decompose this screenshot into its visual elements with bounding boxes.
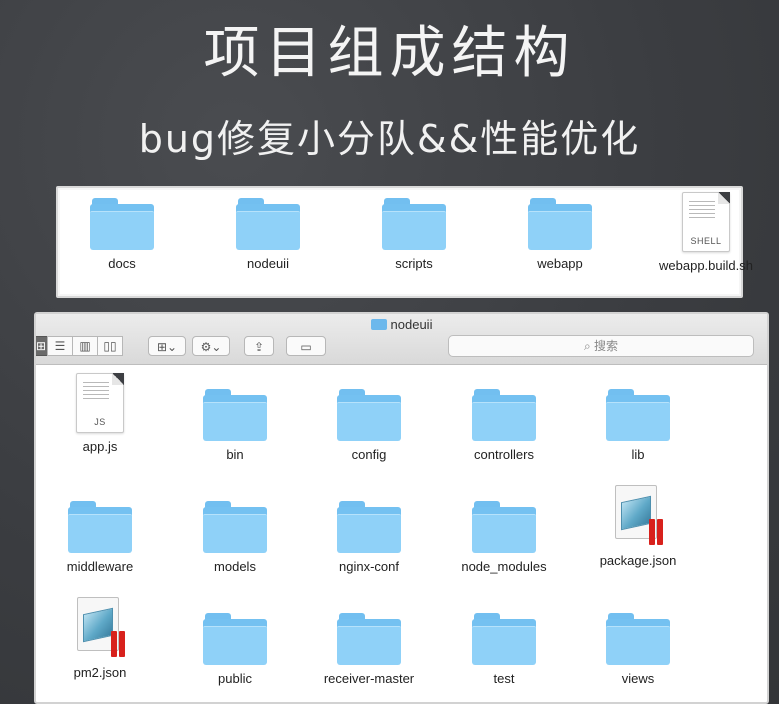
cover-flow-view-button[interactable]: ▯▯ [97, 336, 123, 356]
folder-icon [236, 198, 300, 250]
finder-item[interactable]: lib [578, 389, 698, 462]
slide-title: 项目组成结构 [203, 21, 576, 86]
folder-icon [203, 613, 267, 665]
folder-icon [337, 389, 401, 441]
finder-window: nodeuii ⊞ ☰ ▥ ▯▯ ⊞⌄ ⚙⌄ ⇪ ▭ ⌕ 搜索 JS app.js… [34, 312, 769, 704]
grid-icon: ⊞ [156, 340, 167, 354]
share-button[interactable]: ⇪ [244, 336, 274, 356]
finder-item-label: node_modules [461, 559, 547, 574]
finder-item[interactable]: models [175, 501, 295, 574]
finder-item-label: package.json [599, 553, 677, 568]
finder-item[interactable]: views [578, 613, 698, 686]
root-directory-item-label: nodeuii [247, 256, 289, 271]
finder-item-label: middleware [66, 559, 134, 574]
file-type-tag: SHELL [690, 236, 722, 246]
folder-icon [472, 613, 536, 665]
finder-toolbar: nodeuii ⊞ ☰ ▥ ▯▯ ⊞⌄ ⚙⌄ ⇪ ▭ ⌕ 搜索 [36, 314, 767, 365]
root-directory-item[interactable]: docs [52, 198, 192, 271]
root-directory-item[interactable]: webapp [490, 198, 630, 271]
share-icon: ⇪ [253, 340, 265, 354]
finder-item[interactable]: controllers [444, 389, 564, 462]
finder-item[interactable]: package.json [578, 485, 698, 568]
finder-item-label: app.js [82, 439, 118, 454]
folder-icon [472, 389, 536, 441]
gear-icon: ⚙ [200, 340, 212, 354]
folder-icon [472, 501, 536, 553]
folder-icon [203, 389, 267, 441]
folder-icon [203, 501, 267, 553]
file-type-tag: JS [94, 417, 106, 427]
json-file-icon [613, 485, 663, 547]
finder-item-label: lib [631, 447, 645, 462]
finder-item-label: controllers [474, 447, 534, 462]
finder-item[interactable]: node_modules [444, 501, 564, 574]
slide-subtitle: bug修复小分队&&性能优化 [138, 117, 641, 161]
tag-button[interactable]: ▭ [286, 336, 326, 356]
column-view-button[interactable]: ▥ [72, 336, 98, 356]
json-file-icon [75, 597, 125, 659]
finder-item-label: models [214, 559, 256, 574]
action-menu-button[interactable]: ⚙⌄ [192, 336, 230, 356]
finder-file-grid: JS app.js bin config controllers lib middlewar… [36, 365, 767, 700]
tag-icon: ▭ [300, 340, 312, 354]
folder-icon [382, 198, 446, 250]
finder-item[interactable]: config [309, 389, 429, 462]
root-directory-item[interactable]: scripts [344, 198, 484, 271]
folder-icon [606, 613, 670, 665]
root-directory-panel: docs nodeuii scripts webapp SHELL webapp.buil… [56, 186, 753, 298]
finder-item[interactable]: public [175, 613, 295, 686]
finder-item-label: bin [226, 447, 244, 462]
list-view-button[interactable]: ☰ [47, 336, 73, 356]
finder-item[interactable]: nginx-conf [309, 501, 429, 574]
search-placeholder: 搜索 [594, 339, 619, 353]
finder-item[interactable]: pm2.json [40, 597, 160, 680]
finder-item-label: receiver-master [323, 671, 415, 686]
finder-item-label: views [621, 671, 655, 686]
finder-item-label: pm2.json [73, 665, 127, 680]
search-field[interactable]: ⌕ 搜索 [448, 335, 754, 357]
chevron-down-icon: ⌄ [167, 340, 178, 354]
root-directory-item-label: docs [108, 256, 136, 271]
finder-item[interactable]: bin [175, 389, 295, 462]
finder-item-label: public [218, 671, 252, 686]
root-directory-row: docs nodeuii scripts webapp SHELL webapp.buil… [58, 188, 753, 296]
root-directory-item-label: webapp.build.sh [659, 258, 753, 273]
view-mode-segmented-control: ⊞ ☰ ▥ ▯▯ [36, 336, 123, 356]
folder-icon [606, 389, 670, 441]
finder-item[interactable]: middleware [40, 501, 160, 574]
root-directory-item-label: scripts [395, 256, 433, 271]
chevron-down-icon: ⌄ [211, 340, 222, 354]
finder-item[interactable]: test [444, 613, 564, 686]
window-title-text: nodeuii [390, 317, 433, 332]
folder-icon [90, 198, 154, 250]
document-icon: SHELL [682, 192, 730, 252]
folder-icon [68, 501, 132, 553]
folder-icon [370, 319, 387, 330]
root-directory-item[interactable]: SHELL webapp.build.sh [636, 192, 776, 273]
window-title: nodeuii [36, 317, 767, 332]
finder-item-label: nginx-conf [339, 559, 399, 574]
folder-icon [528, 198, 592, 250]
finder-item[interactable]: JS app.js [40, 373, 160, 454]
folder-icon [337, 501, 401, 553]
document-icon: JS [76, 373, 124, 433]
icon-view-button[interactable]: ⊞ [36, 336, 48, 356]
finder-item-label: config [351, 447, 387, 462]
finder-item[interactable]: receiver-master [309, 613, 429, 686]
folder-icon [337, 613, 401, 665]
search-icon: ⌕ [583, 339, 591, 353]
arrange-menu-button[interactable]: ⊞⌄ [148, 336, 186, 356]
root-directory-item-label: webapp [537, 256, 583, 271]
finder-item-label: test [493, 671, 515, 686]
root-directory-item[interactable]: nodeuii [198, 198, 338, 271]
